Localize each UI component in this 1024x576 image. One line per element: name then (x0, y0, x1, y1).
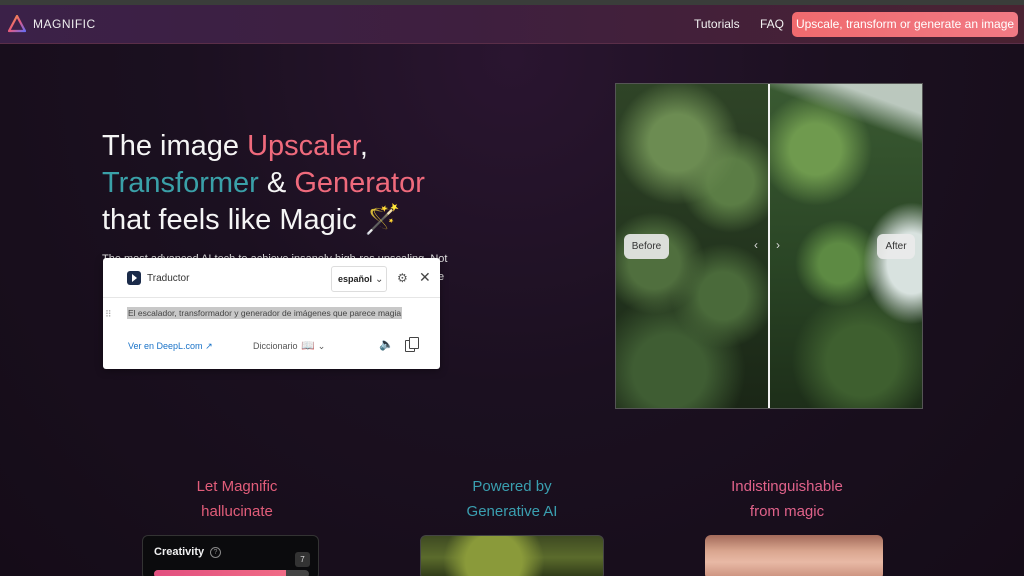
deepl-link-label: Ver en DeepL.com (128, 341, 203, 351)
feature-heading-hallucinate: Let Magnific hallucinate (157, 474, 317, 524)
creativity-slider-fill (154, 570, 286, 576)
feature-heading-line: from magic (749, 503, 825, 520)
nav-link-faq[interactable]: FAQ (760, 17, 784, 31)
magic-preview-image (705, 535, 883, 576)
translator-title: Traductor (147, 273, 190, 284)
magic-wand-icon: 🪄 (364, 204, 401, 236)
before-label: Before (624, 234, 669, 259)
top-navbar: MAGNIFIC Tutorials FAQ Upscale, transfor… (0, 5, 1024, 44)
hero-highlight-transformer: Transformer (102, 167, 259, 199)
before-after-comparison[interactable]: ‹ › Before After (615, 83, 923, 409)
creativity-label: Creativity (154, 546, 205, 558)
close-icon[interactable]: ✕ (419, 269, 431, 286)
translator-header: Traductor español ⌄ ⚙ ✕ (103, 258, 440, 298)
after-label: After (877, 234, 915, 259)
creativity-card: Creativity ? 7 (142, 535, 319, 576)
feature-heading-line: Generative AI (466, 503, 558, 520)
feature-heading-line: hallucinate (201, 503, 273, 520)
nav-link-tutorials[interactable]: Tutorials (694, 17, 740, 31)
generative-ai-preview-image (420, 535, 604, 576)
external-link-icon: ↗ (205, 341, 213, 351)
hero-text: & (258, 167, 295, 199)
feature-heading-line: Powered by (472, 478, 552, 495)
feature-heading-generative-ai: Powered by Generative AI (432, 474, 592, 524)
brand-name[interactable]: MAGNIFIC (33, 17, 96, 31)
chevron-down-icon: ⌄ (375, 274, 384, 285)
hero-text: , (359, 130, 368, 162)
drag-handle-icon[interactable]: ⠿ (105, 309, 112, 320)
hero-title: The image Upscaler, Transformer & Genera… (102, 128, 425, 239)
feature-heading-line: Let Magnific (196, 478, 278, 495)
chevron-right-icon: › (776, 238, 780, 252)
creativity-value: 7 (295, 552, 310, 567)
book-icon[interactable]: 📖 ⌄ (301, 339, 325, 352)
copy-icon[interactable] (405, 337, 419, 352)
hero-text: The image (102, 130, 248, 162)
hero-highlight-generator: Generator (294, 167, 425, 199)
language-select[interactable]: español ⌄ (331, 266, 387, 292)
info-icon[interactable]: ? (210, 547, 221, 558)
comparison-slider-handle[interactable] (768, 84, 770, 408)
dictionary-button[interactable]: Diccionario (253, 341, 298, 351)
deepl-logo-icon (127, 271, 141, 285)
translator-popup: Traductor español ⌄ ⚙ ✕ ⠿ El escalador, … (103, 258, 440, 369)
creativity-slider[interactable] (154, 570, 309, 576)
translation-text: El escalador, transformador y generador … (127, 307, 403, 319)
chevron-down-icon: ⌄ (317, 341, 326, 351)
feature-heading-line: Indistinguishable (731, 478, 843, 495)
hero-text: that feels like Magic (102, 204, 357, 236)
upscale-cta-button[interactable]: Upscale, transform or generate an image (792, 12, 1018, 37)
speaker-icon[interactable]: 🔈 (379, 337, 394, 351)
language-value: español (338, 274, 373, 284)
chevron-left-icon: ‹ (754, 238, 758, 252)
feature-heading-magic: Indistinguishable from magic (707, 474, 867, 524)
gear-icon[interactable]: ⚙ (397, 271, 408, 285)
deepl-link[interactable]: Ver en DeepL.com ↗ (128, 341, 213, 352)
magnific-logo-icon[interactable] (8, 15, 26, 33)
hero-highlight-upscaler: Upscaler (247, 130, 360, 162)
